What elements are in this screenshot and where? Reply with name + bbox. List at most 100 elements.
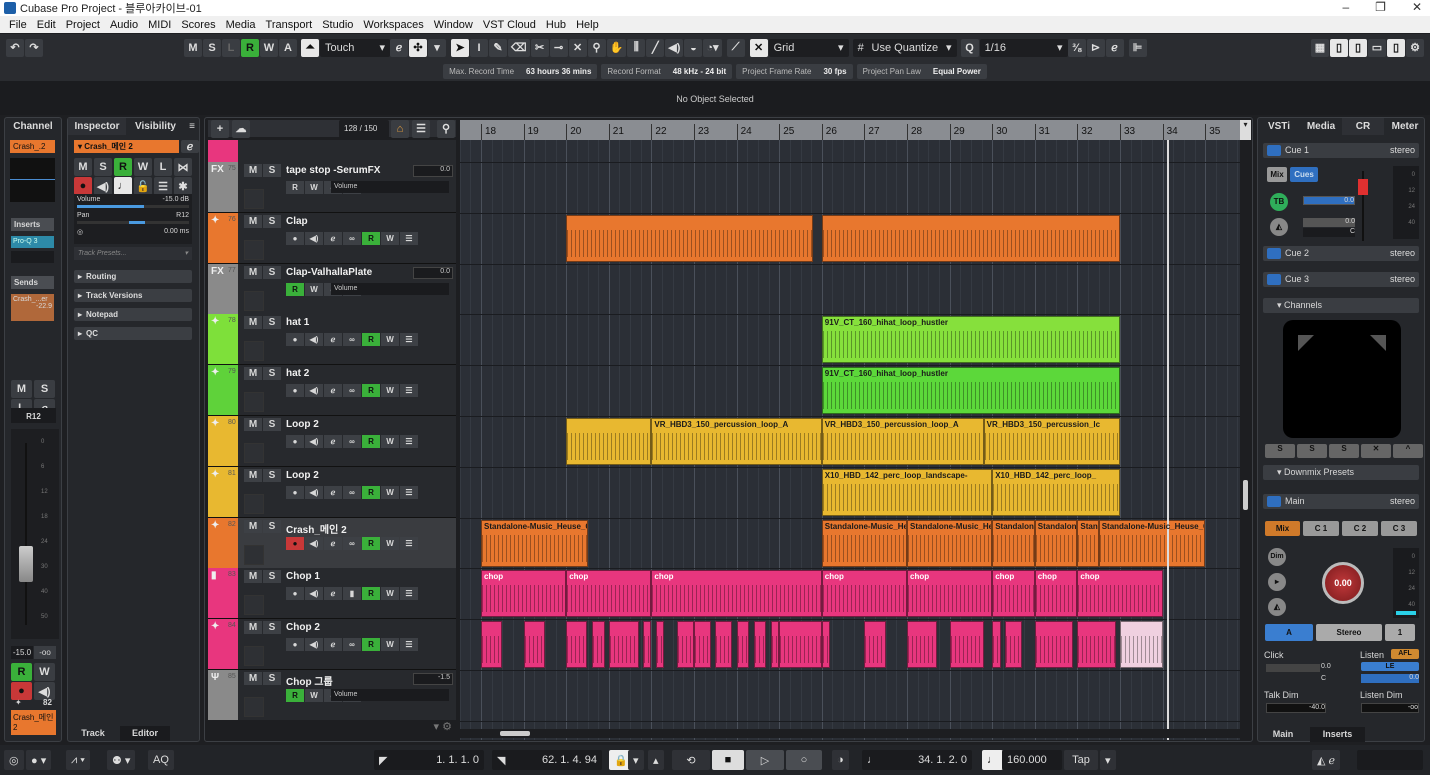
output-stereo-button[interactable]: Stereo — [1316, 624, 1382, 641]
downmix-presets-section[interactable]: ▾ Downmix Presets — [1263, 465, 1419, 480]
track-home-icon[interactable]: ⌂ — [391, 119, 409, 138]
track-value[interactable]: 0.0 — [413, 266, 453, 279]
mediabay-icon[interactable]: ▦ — [1311, 38, 1329, 57]
track-solo-button[interactable]: S — [263, 367, 281, 381]
audio-event[interactable]: 91V_CT_160_hihat_loop_hustler — [821, 316, 1120, 364]
track-row[interactable]: ✦ 80 M S Loop 2 ● ◀) ℯ ∞ R W ☰ — [208, 416, 456, 467]
play-button[interactable]: ▷ — [746, 750, 784, 770]
audio-event[interactable]: chop — [1034, 570, 1078, 618]
edit-channel-icon[interactable]: ℯ — [181, 140, 199, 153]
cue-mix-button[interactable]: Mix — [1267, 167, 1287, 182]
track-write-button[interactable]: W — [381, 587, 399, 601]
channel-eq-display[interactable] — [10, 158, 55, 202]
automation-mode-dropdown[interactable]: Touch ▾ — [320, 38, 390, 57]
status-field[interactable]: Project Frame Rate 30 fps — [736, 63, 853, 79]
channel-read-button[interactable]: R — [11, 663, 32, 681]
track-record-button[interactable]: ● — [286, 384, 304, 398]
track-mute-button[interactable]: M — [244, 519, 262, 533]
track-link-icon[interactable]: ∞ — [343, 435, 361, 448]
inspector-lanes-button[interactable]: ⋈ — [174, 158, 192, 176]
speaker-mode-2-button[interactable]: S — [1297, 444, 1327, 458]
audio-event[interactable] — [1034, 621, 1074, 669]
audio-event[interactable]: Stan — [1077, 519, 1099, 567]
track-list-settings-icon[interactable]: ▾ ⚙ — [208, 720, 456, 738]
fader-db-value[interactable]: -15.0 — [11, 646, 33, 659]
audio-event[interactable] — [992, 621, 1001, 669]
pan-slider[interactable] — [77, 221, 189, 224]
main-c1-button[interactable]: C 1 — [1303, 521, 1339, 536]
main-header[interactable]: Main stereo — [1263, 494, 1419, 509]
click-level-slider[interactable] — [1266, 664, 1320, 672]
track-lanes-icon[interactable]: ☰ — [400, 638, 418, 652]
audio-event[interactable] — [770, 621, 780, 669]
audio-event[interactable] — [566, 621, 588, 669]
state-solo-button[interactable]: S — [203, 38, 221, 57]
track-read-button[interactable]: R — [362, 384, 380, 398]
speaker-mode-3-button[interactable]: S — [1329, 444, 1359, 458]
inspector-track-name[interactable]: ▾ Crash_메인 2 — [74, 140, 179, 153]
track-list-icon[interactable]: ☰ — [412, 119, 430, 138]
track-read-button[interactable]: R — [362, 536, 380, 550]
track-name[interactable]: hat 2 — [286, 368, 309, 379]
track-mute-button[interactable]: M — [244, 468, 262, 482]
audio-event[interactable]: X10_HBD_142_perc_loop_ — [992, 468, 1120, 516]
audio-event[interactable] — [642, 621, 652, 669]
track-value[interactable]: 0.0 — [413, 165, 453, 177]
track-record-button[interactable]: ● — [286, 231, 304, 245]
track-solo-button[interactable]: S — [263, 316, 281, 330]
tab-visibility[interactable]: Visibility — [128, 118, 183, 135]
tap-tempo-button[interactable]: Tap — [1064, 750, 1098, 770]
state-write-button[interactable]: W — [260, 38, 278, 57]
insert-slot-2[interactable] — [11, 251, 54, 263]
cue-pan[interactable]: C — [1303, 228, 1355, 237]
toolbar-settings-icon[interactable]: ⚙ — [1406, 38, 1424, 57]
track-write-button[interactable]: W — [381, 485, 399, 499]
speaker-mode-4-button[interactable]: ✕ — [1361, 444, 1391, 458]
horizontal-scrollbar[interactable] — [460, 729, 1240, 738]
ruler[interactable]: 18 19 20 21 22 23 24 25 26 27 28 29 30 31 32 33 34 35 — [460, 120, 1240, 140]
audio-event[interactable] — [907, 621, 937, 669]
comments-icon[interactable]: ◔▾ — [703, 38, 722, 57]
track-name[interactable]: tape stop -SerumFX — [286, 165, 380, 176]
audio-event[interactable] — [1120, 621, 1163, 669]
sampler-icon[interactable]: ▮ — [343, 587, 361, 601]
erase-tool-icon[interactable]: ⌫ — [508, 38, 530, 57]
track-read-button[interactable]: R — [362, 231, 380, 245]
peak-value[interactable]: -oo — [34, 646, 56, 659]
audio-event[interactable]: chop — [1077, 570, 1163, 618]
audio-event[interactable]: VR_HBD3_150_percussion_lc — [983, 418, 1120, 465]
cycle-button[interactable]: ⟲ — [672, 750, 710, 770]
constrain-delay-icon[interactable]: ◎ — [4, 750, 24, 770]
audio-event[interactable] — [566, 418, 652, 465]
track-row[interactable]: ✦ 84 M S Chop 2 ● ◀) ℯ ∞ R W ☰ — [208, 619, 456, 671]
right-locator[interactable]: ◥ 62. 1. 4. 94 — [492, 750, 602, 770]
maximize-button[interactable]: ❐ — [1375, 0, 1386, 14]
left-zone-toggle-icon[interactable]: ▯ — [1330, 38, 1348, 57]
speaker-mode-5-button[interactable]: ^ — [1393, 444, 1423, 458]
track-edit-icon[interactable]: ℯ — [324, 638, 342, 652]
output-1-button[interactable]: 1 — [1385, 624, 1415, 641]
track-record-button[interactable]: ● — [286, 485, 304, 499]
add-track-icon[interactable]: + — [211, 119, 229, 138]
state-mute-button[interactable]: M — [184, 38, 202, 57]
delay-value[interactable]: 0.00 ms — [164, 228, 189, 236]
inspector-read-button[interactable]: R — [114, 158, 132, 176]
channel-mute-button[interactable]: M — [11, 380, 32, 398]
tab-track[interactable]: Track — [68, 726, 118, 741]
iterative-quantize-icon[interactable]: ⅜ — [1067, 38, 1086, 57]
menu-window[interactable]: Window — [429, 19, 478, 31]
state-a-button[interactable]: A — [279, 38, 297, 57]
vertical-scrollbar[interactable] — [1240, 140, 1251, 740]
inspector-monitor-button[interactable]: ◀) — [94, 177, 112, 195]
tab-channel[interactable]: Channel — [5, 118, 61, 135]
track-write-button[interactable]: W — [305, 181, 323, 194]
metronome-icon[interactable]: ◭ — [1270, 218, 1288, 236]
audio-event[interactable] — [1077, 621, 1116, 669]
tab-media[interactable]: Media — [1300, 118, 1342, 135]
auto-quantize-button[interactable]: AQ — [148, 750, 174, 770]
audio-event[interactable] — [1004, 621, 1022, 669]
power-icon[interactable] — [1267, 145, 1281, 156]
listen-le-button[interactable]: LE — [1361, 662, 1419, 671]
track-solo-button[interactable]: S — [263, 519, 281, 533]
talk-dim-slider[interactable]: -40.0 — [1266, 703, 1326, 713]
